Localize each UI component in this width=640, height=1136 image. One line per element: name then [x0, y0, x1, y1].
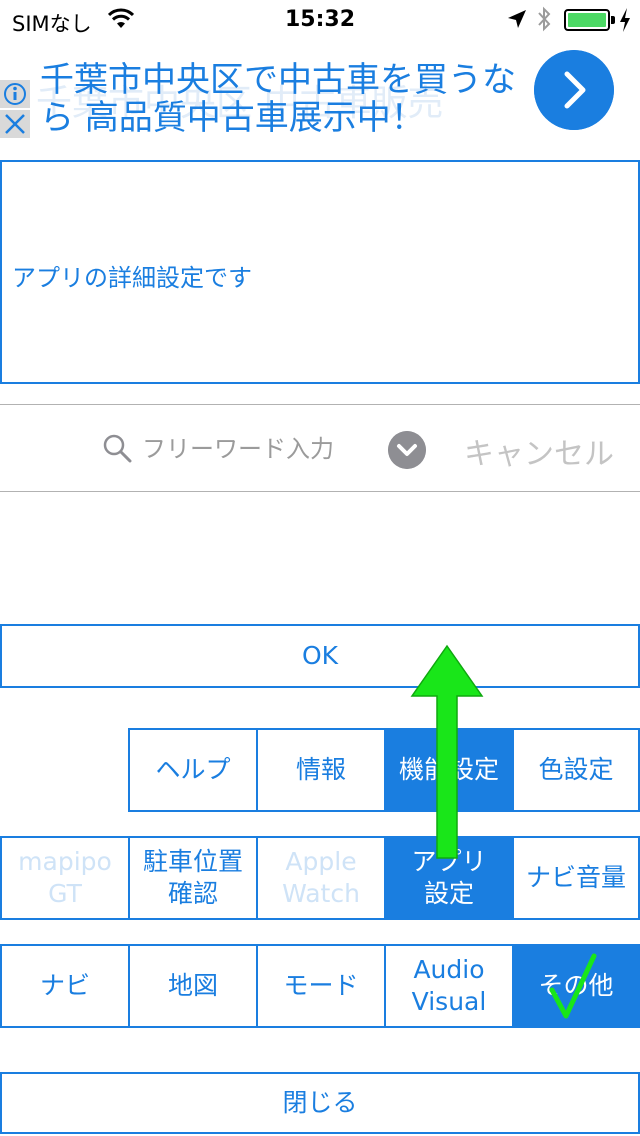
apple-watch-button[interactable]: Apple Watch — [256, 836, 386, 920]
feature-settings-label: 機能設定 — [398, 755, 499, 784]
navi-label: ナビ — [39, 971, 90, 1000]
parking-position-button[interactable]: 駐車位置 確認 — [128, 836, 258, 920]
ad-close-icon[interactable] — [0, 110, 30, 138]
search-bar: キャンセル — [0, 404, 640, 492]
navi-volume-label: ナビ音量 — [525, 863, 626, 892]
info-label: 情報 — [295, 755, 346, 784]
navi-volume-button[interactable]: ナビ音量 — [512, 836, 640, 920]
map-button[interactable]: 地図 — [128, 944, 258, 1028]
cancel-button[interactable]: キャンセル — [464, 429, 614, 473]
app-settings-label: アプリ 設定 — [411, 847, 487, 908]
audio-visual-label: Audio Visual — [411, 955, 487, 1016]
mapipo-gt-label: mapipo GT — [18, 847, 112, 908]
apple-watch-label: Apple Watch — [282, 847, 360, 908]
close-button[interactable]: 閉じる — [0, 1072, 640, 1134]
ad-go-arrow-icon[interactable] — [534, 50, 614, 130]
app-settings-button[interactable]: アプリ 設定 — [384, 836, 514, 920]
map-label: 地図 — [167, 971, 218, 1000]
ok-button[interactable]: OK — [0, 624, 640, 688]
help-label: ヘルプ — [155, 755, 231, 784]
mode-button[interactable]: モード — [256, 944, 386, 1028]
other-label: その他 — [538, 971, 614, 1000]
info-button[interactable]: 情報 — [256, 728, 386, 812]
close-button-label: 閉じる — [282, 1088, 358, 1117]
navi-button[interactable]: ナビ — [0, 944, 130, 1028]
description-text: アプリの詳細設定です — [12, 264, 252, 292]
ad-headline-line2[interactable]: ら 高品質中古車展示中！ — [40, 90, 425, 139]
color-settings-label: 色設定 — [538, 755, 614, 784]
chevron-down-icon[interactable] — [388, 431, 426, 469]
description-box: アプリの詳細設定です — [0, 160, 640, 384]
search-icon — [103, 434, 132, 463]
ad-info-icon[interactable] — [0, 80, 30, 108]
parking-position-label: 駐車位置 確認 — [142, 847, 243, 908]
color-settings-button[interactable]: 色設定 — [512, 728, 640, 812]
audio-visual-button[interactable]: Audio Visual — [384, 944, 514, 1028]
other-button[interactable]: その他 — [512, 944, 640, 1028]
mapipo-gt-button[interactable]: mapipo GT — [0, 836, 130, 920]
search-input[interactable] — [142, 427, 372, 471]
ok-button-label: OK — [301, 641, 339, 670]
help-button[interactable]: ヘルプ — [128, 728, 258, 812]
feature-settings-button[interactable]: 機能設定 — [384, 728, 514, 812]
mode-label: モード — [283, 971, 359, 1000]
